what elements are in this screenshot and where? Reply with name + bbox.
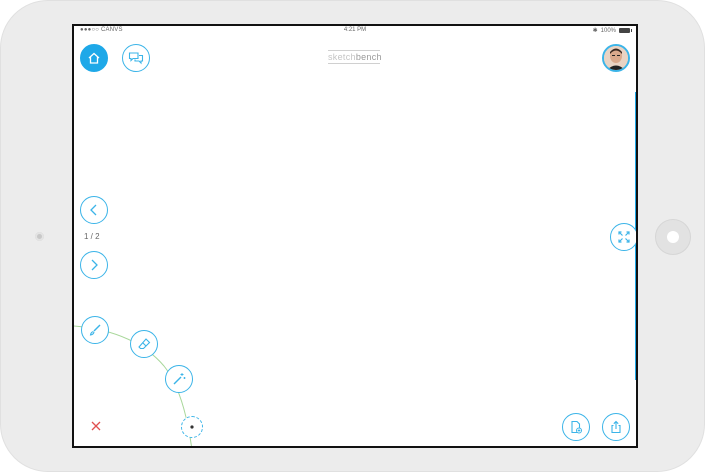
- bluetooth-icon: ✱: [592, 28, 598, 34]
- status-time: 4:21 PM: [343, 27, 367, 33]
- brush-size-dot-icon: [190, 425, 194, 429]
- app-logo: sketchbench: [328, 50, 382, 64]
- battery-percent: 100%: [600, 27, 616, 34]
- page-indicator: 1 / 2: [84, 232, 100, 241]
- ipad-frame: ●●●○○ CANVS 4:21 PM ✱ 100% sketchbench 1…: [0, 0, 705, 472]
- new-page-button[interactable]: [562, 413, 590, 441]
- new-page-icon: [571, 420, 582, 434]
- share-button[interactable]: [602, 413, 630, 441]
- status-right-group: ✱ 100%: [592, 27, 632, 34]
- expand-arrows-icon: [618, 231, 630, 243]
- user-photo: [604, 46, 628, 70]
- avatar[interactable]: [602, 44, 630, 72]
- share-icon: [611, 420, 621, 434]
- prev-page-button[interactable]: [80, 196, 108, 224]
- battery-icon: [619, 28, 632, 33]
- brush-icon: [89, 324, 101, 336]
- camera: [35, 232, 44, 241]
- app-screen: ●●●○○ CANVS 4:21 PM ✱ 100% sketchbench 1…: [72, 24, 638, 448]
- brush-size-button[interactable]: [181, 416, 203, 438]
- chevron-left-icon: [90, 204, 97, 216]
- eraser-icon: [138, 338, 151, 350]
- magic-wand-icon: [173, 373, 186, 385]
- eraser-tool-button[interactable]: [130, 330, 158, 358]
- chevron-right-icon: [91, 259, 98, 271]
- magic-wand-tool-button[interactable]: [165, 365, 193, 393]
- home-button[interactable]: [80, 44, 108, 72]
- home-icon: [88, 52, 100, 64]
- home-hardware-button[interactable]: [655, 219, 691, 255]
- next-page-button[interactable]: [80, 251, 108, 279]
- fullscreen-button[interactable]: [610, 223, 636, 251]
- chat-button[interactable]: [122, 44, 150, 72]
- brush-tool-button[interactable]: [81, 316, 109, 344]
- chat-bubbles-icon: [128, 52, 144, 65]
- close-tools-button[interactable]: [90, 420, 102, 434]
- close-icon: [91, 421, 101, 431]
- status-bar: ●●●○○ CANVS 4:21 PM ✱ 100%: [74, 26, 636, 36]
